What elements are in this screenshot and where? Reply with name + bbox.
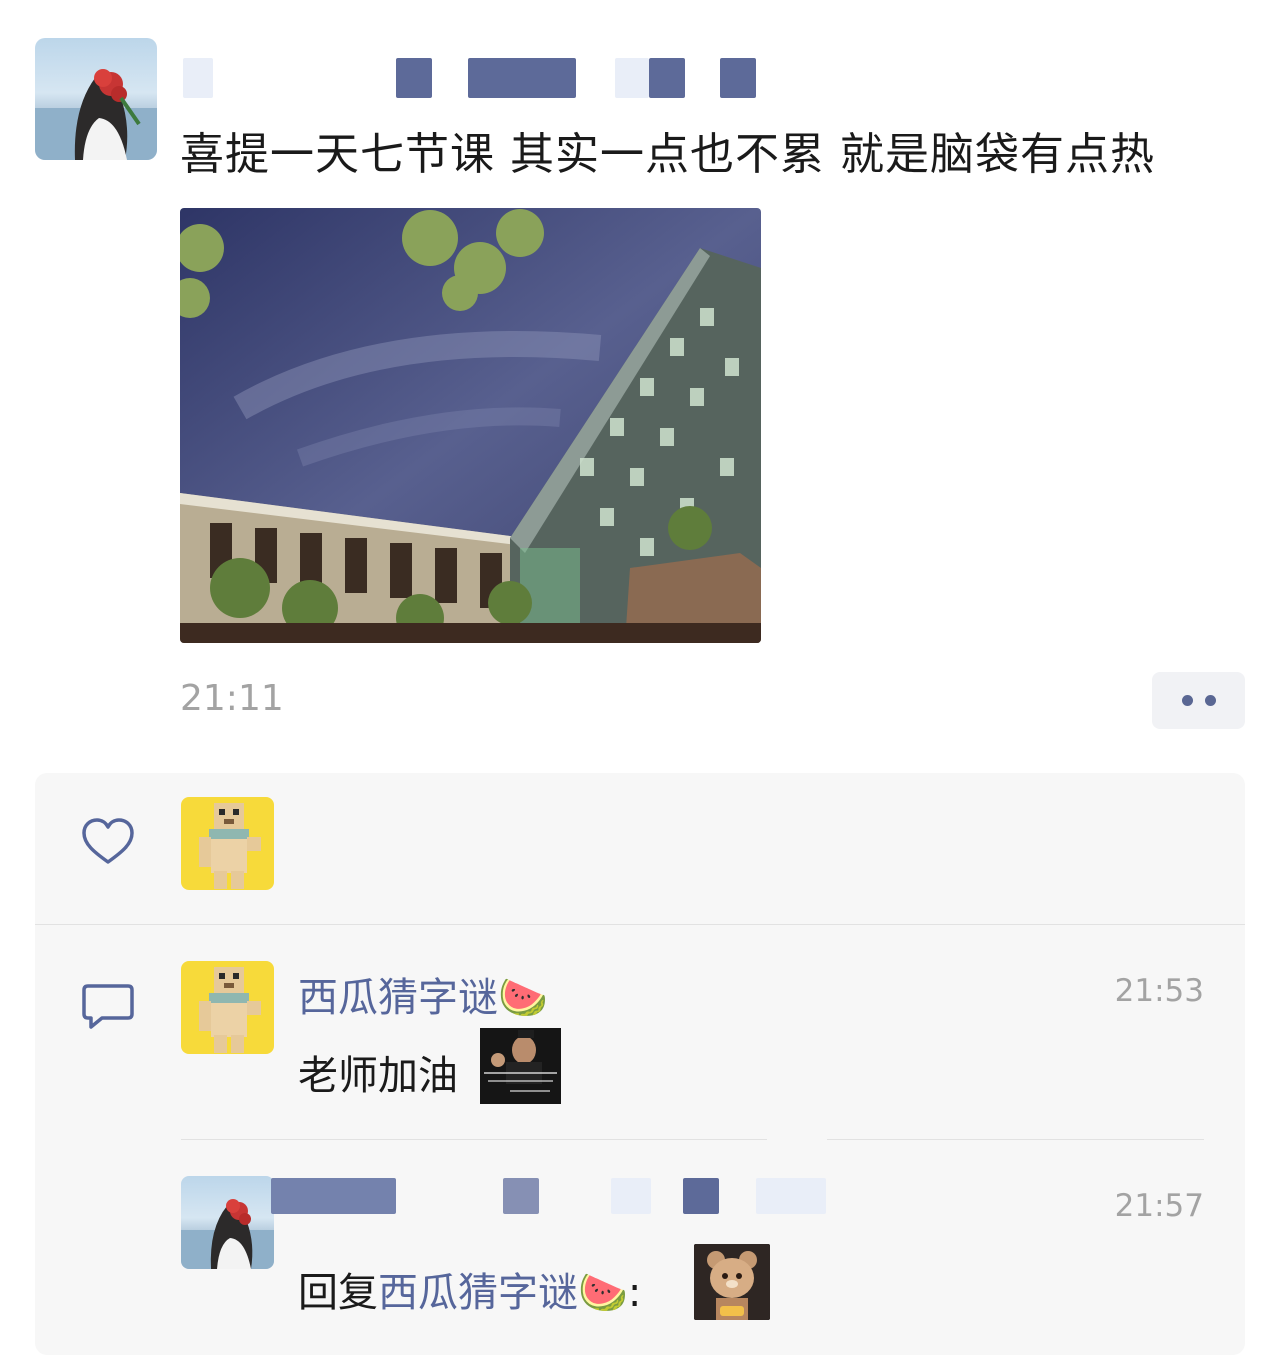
heart-outline-icon <box>82 818 134 864</box>
post-text: 喜提一天七节课 其实一点也不累 就是脑袋有点热 <box>180 129 1155 180</box>
reply-author-avatar[interactable] <box>181 1176 274 1269</box>
reply-timestamp: 21:57 <box>1114 1188 1204 1224</box>
comment-author-name[interactable]: 西瓜猜字谜🍉 <box>298 965 548 1023</box>
comment-author-avatar[interactable] <box>181 961 274 1054</box>
post-photo[interactable] <box>180 208 761 643</box>
more-actions-button[interactable] <box>1152 672 1245 729</box>
comment-sticker[interactable] <box>480 1028 561 1104</box>
post-author-name-blurred[interactable] <box>183 58 783 100</box>
reply-text: 回复西瓜猜字谜🍉: <box>298 1260 641 1318</box>
reply-sticker[interactable] <box>694 1244 770 1320</box>
more-dots-icon <box>1181 695 1193 706</box>
post-author-avatar[interactable] <box>35 38 157 160</box>
likes-divider <box>35 924 1245 925</box>
post-timestamp: 21:11 <box>180 678 284 719</box>
reply-prefix: 回复 <box>298 1270 378 1316</box>
reply-colon: : <box>627 1270 642 1316</box>
comment-bubble-icon <box>82 984 134 1029</box>
like-user-avatar[interactable] <box>181 797 274 890</box>
comment-timestamp: 21:53 <box>1114 973 1204 1009</box>
comment-divider <box>827 1139 1204 1140</box>
reply-author-name-blurred[interactable] <box>271 1178 831 1214</box>
interaction-panel: 西瓜猜字谜🍉 21:53 老师加油 21:57 回复西瓜猜字谜🍉: <box>35 773 1245 1355</box>
reply-mention[interactable]: 西瓜猜字谜🍉 <box>378 1270 628 1316</box>
comment-text: 老师加油 <box>298 1053 458 1099</box>
comment-divider <box>181 1139 767 1140</box>
